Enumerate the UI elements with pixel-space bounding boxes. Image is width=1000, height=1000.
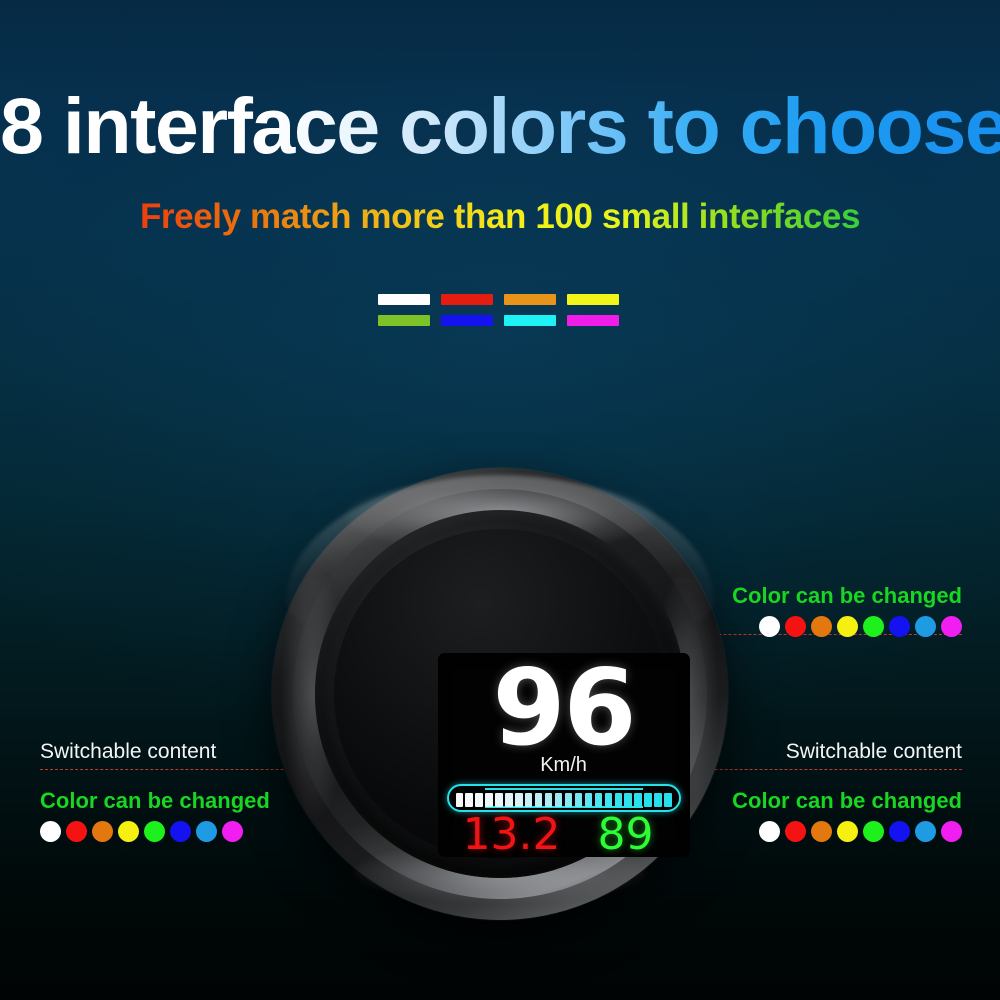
- speed-color-dot-row: [662, 616, 962, 637]
- color-dot-8[interactable]: [941, 616, 962, 637]
- swatch-yellow-cell[interactable]: [567, 293, 630, 305]
- progress-segment-11: [554, 793, 563, 808]
- color-dot-6[interactable]: [889, 616, 910, 637]
- right-switchable-content-label: Switchable content: [785, 740, 962, 763]
- swatch-white-cell[interactable]: [378, 293, 441, 305]
- color-dot-1[interactable]: [759, 821, 780, 842]
- color-dot-4[interactable]: [118, 821, 139, 842]
- swatch-green: [378, 314, 430, 326]
- color-dot-2[interactable]: [66, 821, 87, 842]
- color-dot-1[interactable]: [40, 821, 61, 842]
- progress-segment-15: [594, 793, 603, 808]
- page-subheadline: Freely match more than 100 small interfa…: [0, 195, 1000, 239]
- progress-segment-4: [485, 793, 493, 808]
- swatch-red-cell[interactable]: [441, 293, 504, 305]
- progress-bar-segments: [455, 793, 672, 808]
- left-switchable-content-label: Switchable content: [40, 740, 217, 763]
- color-dot-5[interactable]: [863, 821, 884, 842]
- left-readout-annotation: Switchable content Color can be changed: [40, 739, 360, 842]
- swatch-white: [378, 293, 430, 305]
- round-hud-gauge[interactable]: 96 Km/h 13.2 89: [272, 468, 728, 920]
- progress-segment-7: [515, 793, 523, 808]
- voltage-readout: 13.2: [462, 809, 561, 858]
- swatch-green-cell[interactable]: [378, 314, 441, 326]
- color-dot-3[interactable]: [811, 616, 832, 637]
- color-dot-5[interactable]: [863, 616, 884, 637]
- color-dot-8[interactable]: [222, 821, 243, 842]
- color-dot-7[interactable]: [915, 821, 936, 842]
- color-dot-1[interactable]: [759, 616, 780, 637]
- right-readout-annotation: Switchable content Color can be changed: [642, 739, 962, 842]
- color-dot-4[interactable]: [837, 821, 858, 842]
- interface-color-swatch-grid: [378, 293, 630, 326]
- gauge-face: 96 Km/h 13.2 89: [333, 529, 690, 859]
- swatch-magenta-cell[interactable]: [567, 314, 630, 326]
- color-dot-6[interactable]: [170, 821, 191, 842]
- progress-segment-12: [564, 793, 573, 808]
- color-dot-2[interactable]: [785, 616, 806, 637]
- swatch-blue-cell[interactable]: [441, 314, 504, 326]
- progress-segment-18: [624, 793, 632, 808]
- swatch-cyan: [504, 314, 556, 326]
- progress-segment-17: [614, 793, 622, 808]
- promo-banner: 8 interface colors to choose Freely matc…: [0, 0, 1000, 1000]
- progress-segment-1: [455, 793, 463, 808]
- left-color-dot-row: [40, 821, 360, 842]
- right-color-change-label: Color can be changed: [732, 788, 962, 813]
- color-dot-6[interactable]: [889, 821, 910, 842]
- color-dot-3[interactable]: [92, 821, 113, 842]
- progress-segment-10: [544, 793, 553, 808]
- swatch-orange-cell[interactable]: [504, 293, 567, 305]
- color-dot-2[interactable]: [785, 821, 806, 842]
- swatch-magenta: [567, 314, 619, 326]
- speed-color-annotation-label: Color can be changed: [732, 583, 962, 608]
- progress-segment-6: [505, 793, 513, 808]
- left-color-change-label: Color can be changed: [40, 788, 270, 813]
- progress-segment-13: [574, 793, 583, 808]
- color-dot-5[interactable]: [144, 821, 165, 842]
- progress-segment-14: [584, 793, 593, 808]
- color-dot-4[interactable]: [837, 616, 858, 637]
- progress-segment-8: [525, 793, 533, 808]
- swatch-yellow: [567, 293, 619, 305]
- progress-segment-16: [604, 793, 612, 808]
- progress-segment-5: [495, 793, 503, 808]
- color-dot-3[interactable]: [811, 821, 832, 842]
- right-color-dot-row: [642, 821, 962, 842]
- color-dot-7[interactable]: [915, 616, 936, 637]
- speed-color-annotation: Color can be changed: [662, 582, 962, 637]
- progress-segment-3: [475, 793, 483, 808]
- swatch-blue: [441, 314, 493, 326]
- progress-segment-2: [465, 793, 473, 808]
- page-headline: 8 interface colors to choose: [0, 81, 1000, 170]
- swatch-red: [441, 293, 493, 305]
- progress-segment-19: [634, 793, 642, 808]
- swatch-cyan-cell[interactable]: [504, 314, 567, 326]
- color-dot-7[interactable]: [196, 821, 217, 842]
- progress-segment-9: [535, 793, 543, 808]
- color-dot-8[interactable]: [941, 821, 962, 842]
- swatch-orange: [504, 293, 556, 305]
